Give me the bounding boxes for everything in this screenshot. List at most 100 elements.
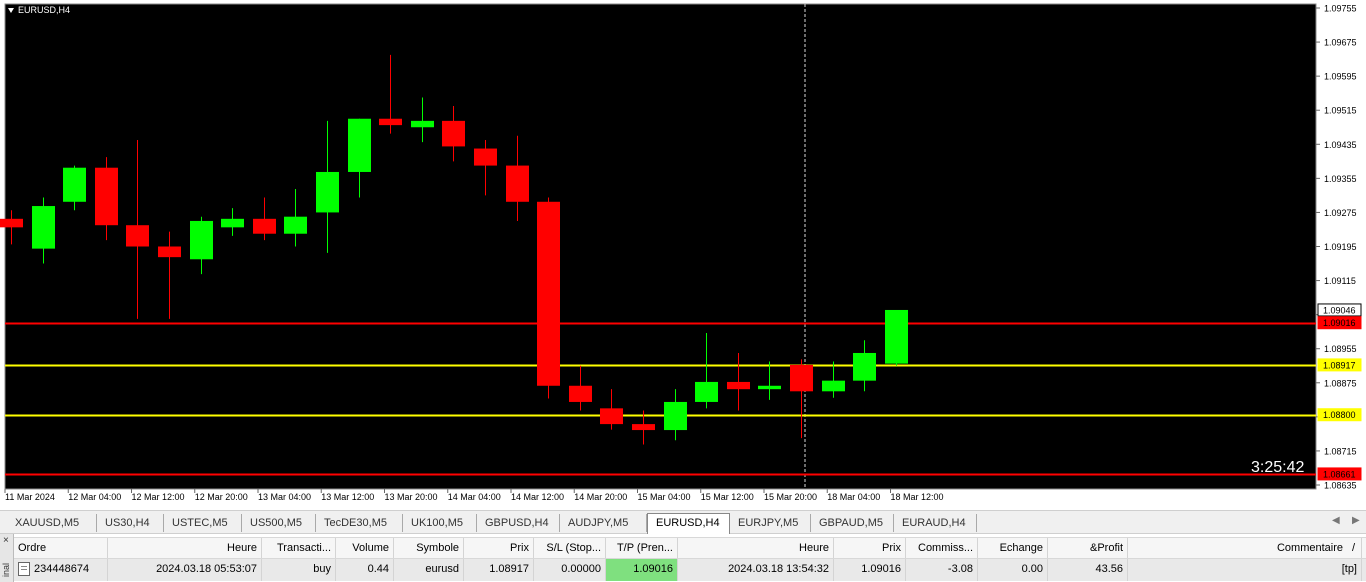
time-axis-label: 18 Mar 04:00 [827, 492, 880, 502]
order-document-icon [18, 562, 30, 577]
candle-body [32, 206, 55, 249]
time-axis-label: 15 Mar 04:00 [638, 492, 691, 502]
price-axis-label: 1.09355 [1324, 174, 1357, 184]
chart-window[interactable]: 1.09755 1.09675 1.09595 1.09515 1.09435 1.093… [0, 0, 1366, 510]
candle-body [442, 120, 465, 147]
candle-body [822, 380, 845, 392]
chart-tab[interactable]: EURAUD,H4 [894, 514, 977, 532]
table-cell: 1.09016 [834, 559, 906, 581]
table-cell: buy [262, 559, 336, 581]
column-header[interactable]: Prix [464, 538, 534, 558]
candle-body [158, 246, 181, 258]
candle-body [569, 385, 592, 402]
column-header[interactable]: Commiss... [906, 538, 978, 558]
price-tag-label: 1.08800 [1323, 410, 1356, 420]
table-cell: 0.00 [978, 559, 1048, 581]
candle-body [695, 381, 718, 402]
column-header[interactable]: Symbole [394, 538, 464, 558]
table-cell: [tp] [1128, 559, 1362, 581]
tab-scroll-left-icon[interactable]: ◀ [1332, 515, 1340, 526]
table-cell: 43.56 [1048, 559, 1128, 581]
column-header[interactable]: Commentaire / [1128, 538, 1362, 558]
candle-body [474, 148, 497, 166]
candle-body [316, 171, 339, 213]
table-cell: 2024.03.18 05:53:07 [108, 559, 262, 581]
price-axis-label: 1.09755 [1324, 4, 1357, 14]
chart-tab[interactable]: AUDJPY,M5 [560, 514, 647, 532]
price-axis-label: 1.08875 [1324, 378, 1357, 388]
table-header-row: Ordre Heure Transacti... Volume Symbole Prix S… [14, 537, 1366, 559]
column-header[interactable]: Prix [834, 538, 906, 558]
order-id: 234448674 [34, 563, 90, 575]
price-tag-label: 1.09016 [1323, 318, 1356, 328]
column-header[interactable]: Heure [678, 538, 834, 558]
chart-tab[interactable]: US500,M5 [242, 514, 316, 532]
column-header[interactable]: Ordre [14, 538, 108, 558]
chart-tab[interactable]: EURJPY,M5 [730, 514, 811, 532]
candle-body [63, 167, 86, 202]
candle-body [727, 381, 750, 390]
candle-body [885, 309, 908, 364]
candle-body [126, 225, 149, 247]
column-header[interactable]: S/L (Stop... [534, 538, 606, 558]
table-cell: 0.00000 [534, 559, 606, 581]
candle-body [853, 352, 876, 381]
column-header[interactable]: Transacti... [262, 538, 336, 558]
column-header[interactable]: T/P (Pren... [606, 538, 678, 558]
price-axis-label: 1.09515 [1324, 106, 1357, 116]
price-axis-label: 1.08635 [1324, 481, 1357, 491]
chart-symbol-text: EURUSD,H4 [18, 5, 71, 15]
terminal-sidebar: × inal [0, 534, 14, 582]
chart-tab[interactable]: XAUUSD,M5 [7, 514, 97, 532]
candle-body [221, 218, 244, 228]
table-cell: 1.08917 [464, 559, 534, 581]
candle-body [253, 218, 276, 234]
table-cell: 2024.03.18 13:54:32 [678, 559, 834, 581]
candle-countdown: 3:25:42 [1251, 459, 1305, 476]
time-axis-label: 12 Mar 20:00 [195, 492, 248, 502]
time-axis-label: 14 Mar 20:00 [574, 492, 627, 502]
time-axis-label: 12 Mar 04:00 [68, 492, 121, 502]
chart-tabs-bar: XAUUSD,M5 US30,H4 USTEC,M5 US500,M5 TecDE30,… [0, 510, 1366, 534]
dropdown-triangle-icon[interactable] [8, 7, 14, 13]
price-tag-label: 1.08661 [1323, 469, 1356, 479]
time-axis-label: 18 Mar 12:00 [891, 492, 944, 502]
chart-tab[interactable]: US30,H4 [97, 514, 164, 532]
price-axis-label: 1.09115 [1324, 276, 1356, 286]
time-axis-label: 14 Mar 12:00 [511, 492, 564, 502]
price-chart[interactable]: 1.09755 1.09675 1.09595 1.09515 1.09435 1.093… [0, 0, 1366, 510]
price-axis-label: 1.08955 [1324, 344, 1357, 354]
column-header[interactable]: Echange [978, 538, 1048, 558]
price-axis-label: 1.09275 [1324, 208, 1357, 218]
chart-tab[interactable]: GBPAUD,M5 [811, 514, 894, 532]
time-axis-label: 15 Mar 12:00 [701, 492, 754, 502]
candle-body [632, 424, 655, 431]
chart-tab[interactable]: UK100,M5 [403, 514, 477, 532]
time-axis-label: 12 Mar 12:00 [132, 492, 185, 502]
candle-body [284, 216, 307, 234]
candle-body [190, 220, 213, 260]
table-row[interactable]: 234448674 2024.03.18 05:53:07 buy 0.44 eurus… [14, 559, 1366, 581]
price-axis-label: 1.09435 [1324, 140, 1357, 150]
table-cell: 234448674 [14, 559, 108, 581]
price-axis-label: 1.08715 [1324, 446, 1357, 456]
time-axis-label: 15 Mar 20:00 [764, 492, 817, 502]
chart-tab[interactable]: TecDE30,M5 [316, 514, 403, 532]
table-cell: 0.44 [336, 559, 394, 581]
chart-tab[interactable]: USTEC,M5 [164, 514, 242, 532]
candle-body [348, 118, 371, 172]
chart-tab[interactable]: GBPUSD,H4 [477, 514, 560, 532]
time-axis-label: 13 Mar 04:00 [258, 492, 311, 502]
tab-scroll-right-icon[interactable]: ▶ [1352, 515, 1360, 526]
candle-body [506, 165, 529, 202]
terminal-panel: × inal Ordre Heure Transacti... Volume Symbo… [0, 534, 1366, 582]
column-header[interactable]: &Profit [1048, 538, 1128, 558]
candle-body [95, 167, 118, 226]
chart-symbol-label[interactable]: EURUSD,H4 [8, 5, 70, 15]
column-header[interactable]: Heure [108, 538, 262, 558]
chart-tab[interactable]: EURUSD,H4 [647, 513, 730, 534]
column-header[interactable]: Volume [336, 538, 394, 558]
time-axis-label: 13 Mar 20:00 [385, 492, 438, 502]
terminal-side-label: inal [1, 563, 11, 578]
close-icon[interactable]: × [3, 535, 9, 546]
